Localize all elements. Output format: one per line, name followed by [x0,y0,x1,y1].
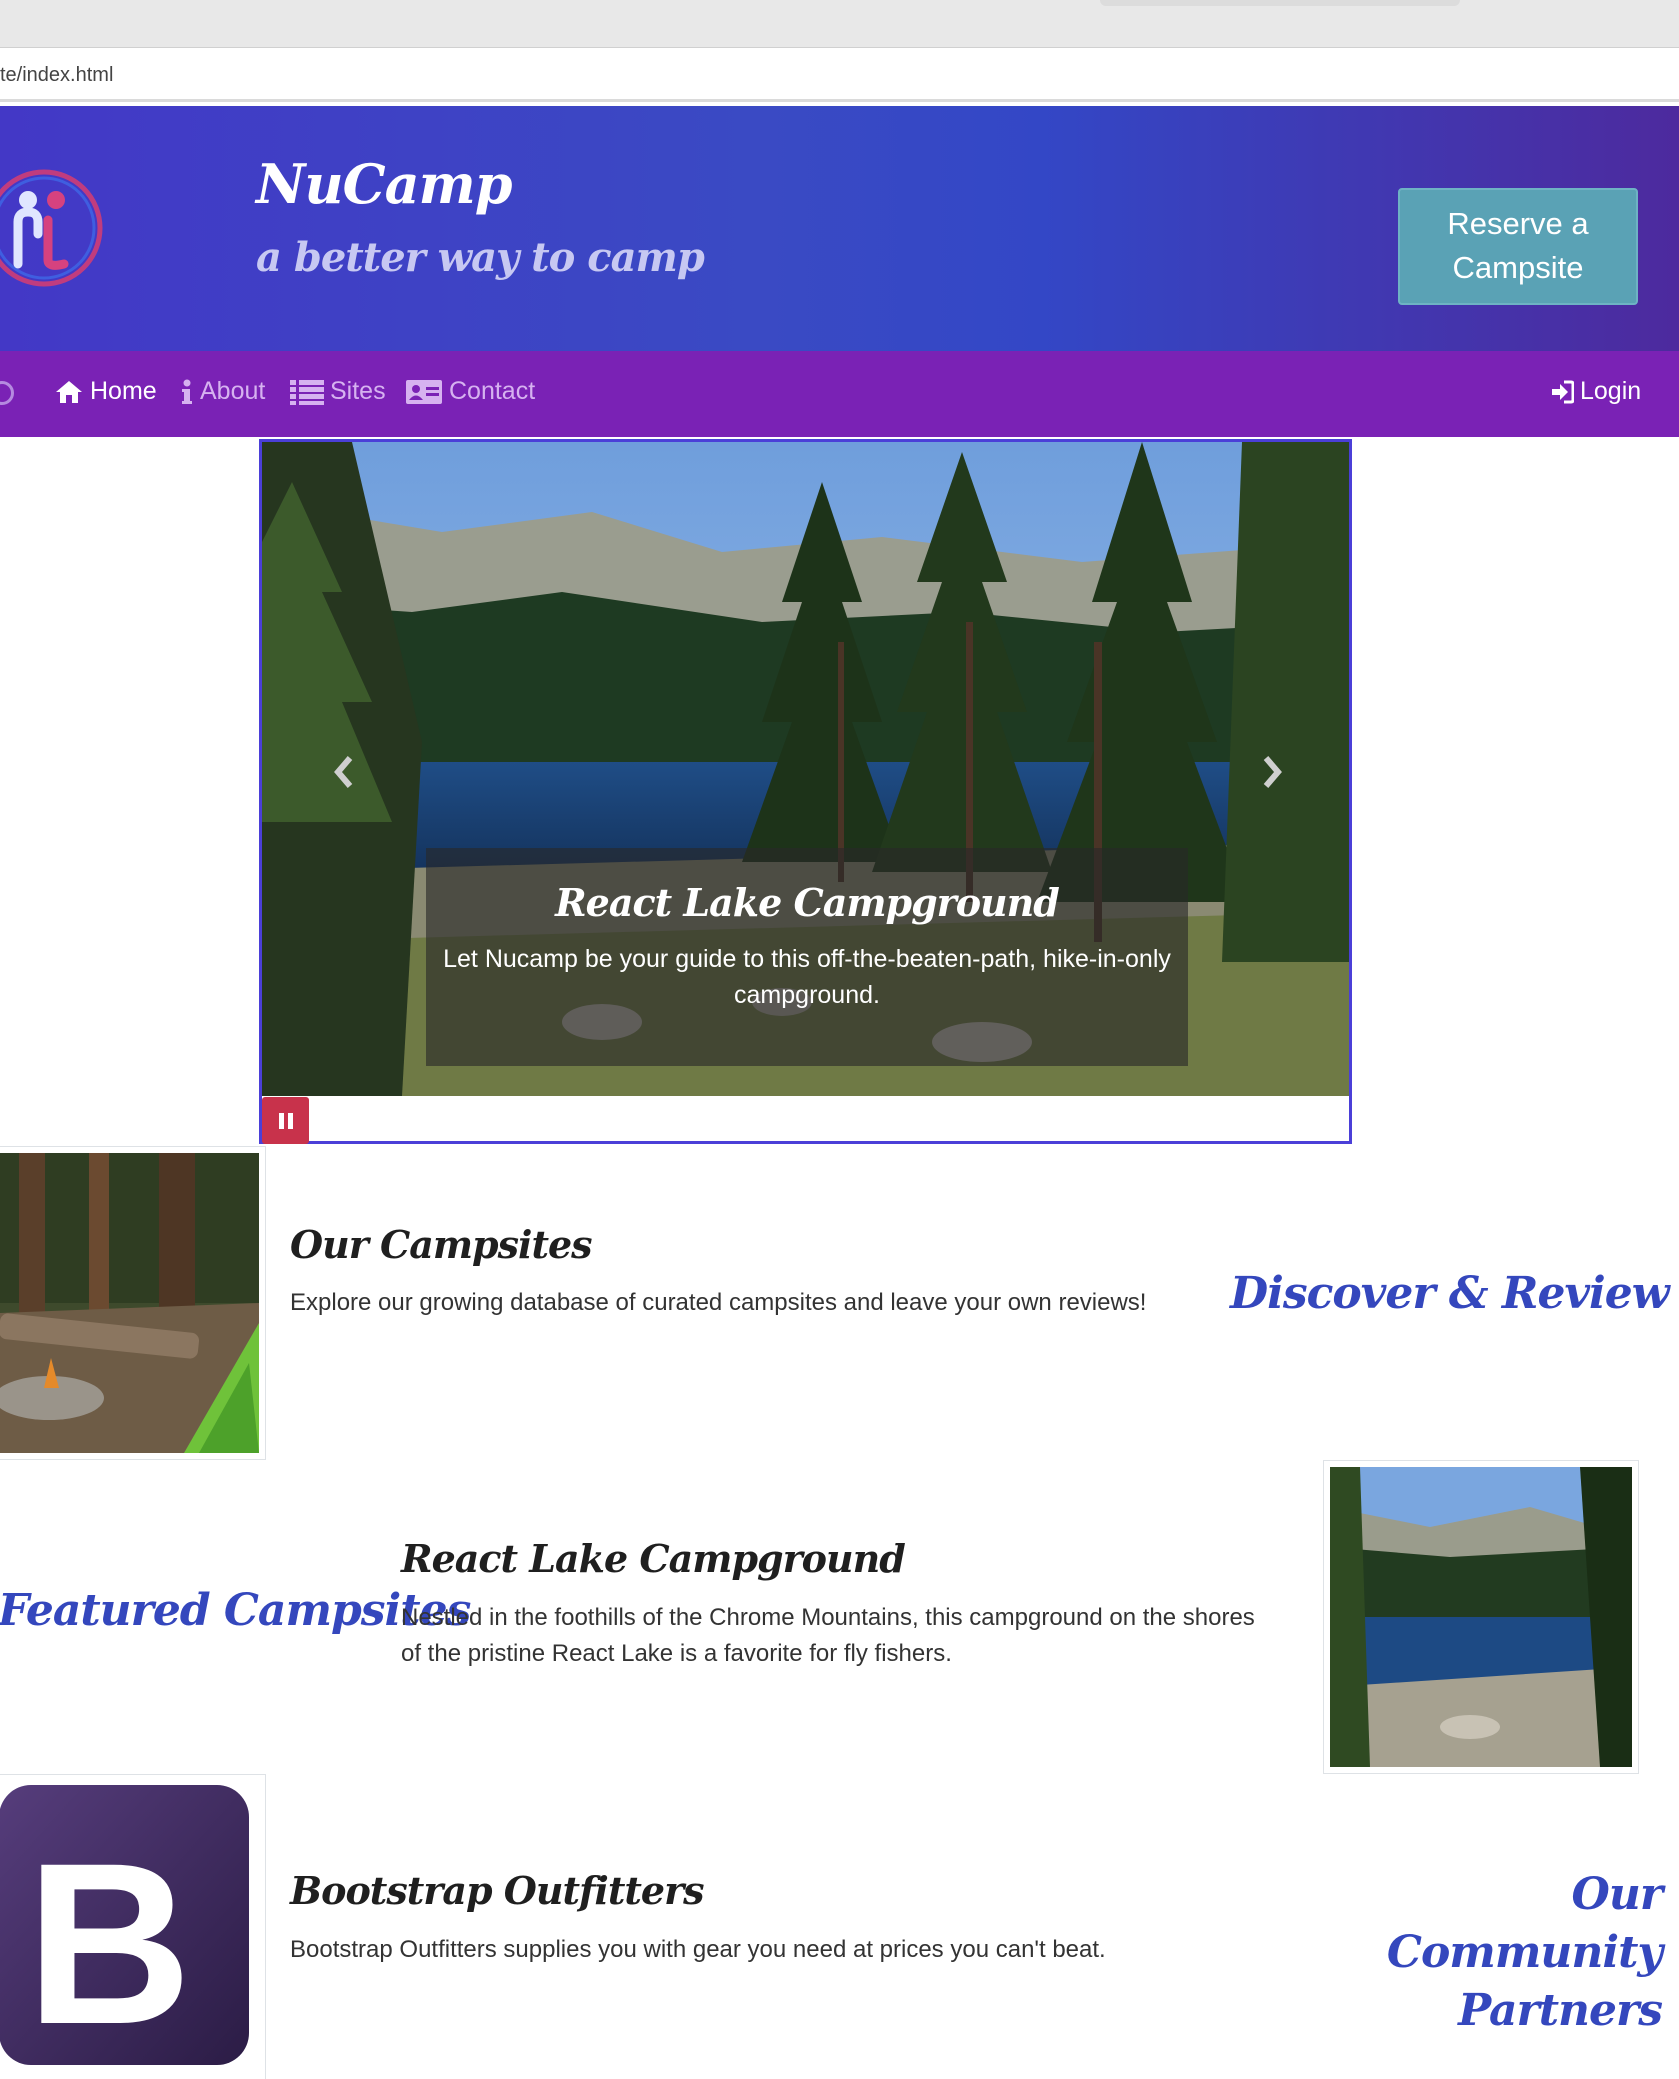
nucamp-logo [0,164,108,292]
carousel-caption-title: React Lake Campground [555,880,1060,925]
nav-item-contact[interactable]: Contact [405,377,535,406]
site-header: NuCamp a better way to camp Reserve a Ca… [0,106,1679,351]
react-lake-image [1323,1460,1639,1774]
address-bar-url[interactable]: te/index.html [0,64,113,87]
browser-tab[interactable] [1100,0,1460,6]
sign-in-icon [1552,380,1574,403]
nav-login-label: Login [1580,377,1642,405]
navbar-brand-icon[interactable] [0,381,14,405]
section-text-campsites: Explore our growing database of curated … [290,1289,1147,1316]
home-icon [56,380,82,403]
reserve-campsite-button[interactable]: Reserve a Campsite [1398,188,1638,305]
nav-item-about[interactable]: About [180,377,265,406]
section-text-react-lake: Nestled in the foothills of the Chrome M… [401,1604,1255,1667]
section-heading-community-partners: Our Community Partners [1386,1869,1663,2036]
section-heading-featured: Featured Campsites [0,1585,471,1636]
carousel-caption: React Lake Campground Let Nucamp be your… [426,848,1188,1066]
info-icon [182,379,192,404]
nav-item-home[interactable]: Home [54,377,157,406]
carousel-pause-button[interactable] [262,1097,309,1144]
pause-icon [278,1112,293,1129]
address-card-icon [406,379,442,404]
brand-tagline: a better way to camp [256,234,705,281]
section-title-campsites: Our Campsites [290,1222,593,1267]
nav-item-label: About [200,377,266,405]
list-icon [290,379,324,405]
main-navbar: Home About Sites Contact Login [0,351,1679,437]
brand-title: NuCamp [256,152,512,216]
nav-item-label: Home [90,377,157,405]
section-text-bootstrap-outfitters: Bootstrap Outfitters supplies you with g… [290,1936,1106,1963]
campsite-carousel: React Lake Campground Let Nucamp be your… [259,439,1352,1144]
section-title-bootstrap-outfitters: Bootstrap Outfitters [290,1868,705,1913]
chevron-left-icon [334,756,353,788]
section-title-react-lake: React Lake Campground [401,1536,906,1581]
nav-item-sites[interactable]: Sites [290,377,386,406]
carousel-next-control[interactable] [1252,742,1292,802]
browser-address-bar[interactable]: te/index.html [0,50,1679,102]
bootstrap-logo-image: B [0,1774,266,2079]
carousel-caption-text: Let Nucamp be your guide to this off-the… [443,945,1171,1009]
nav-item-label: Sites [330,377,386,405]
nav-item-label: Contact [449,377,536,405]
section-heading-discover: Discover & Review [1230,1268,1670,1319]
carousel-prev-control[interactable] [324,742,364,802]
bootstrap-logo-letter: B [26,1815,192,2072]
campsite-image [0,1146,266,1460]
browser-tab-strip [0,0,1679,48]
chevron-right-icon [1263,756,1282,788]
nav-item-login[interactable]: Login [1550,377,1641,406]
